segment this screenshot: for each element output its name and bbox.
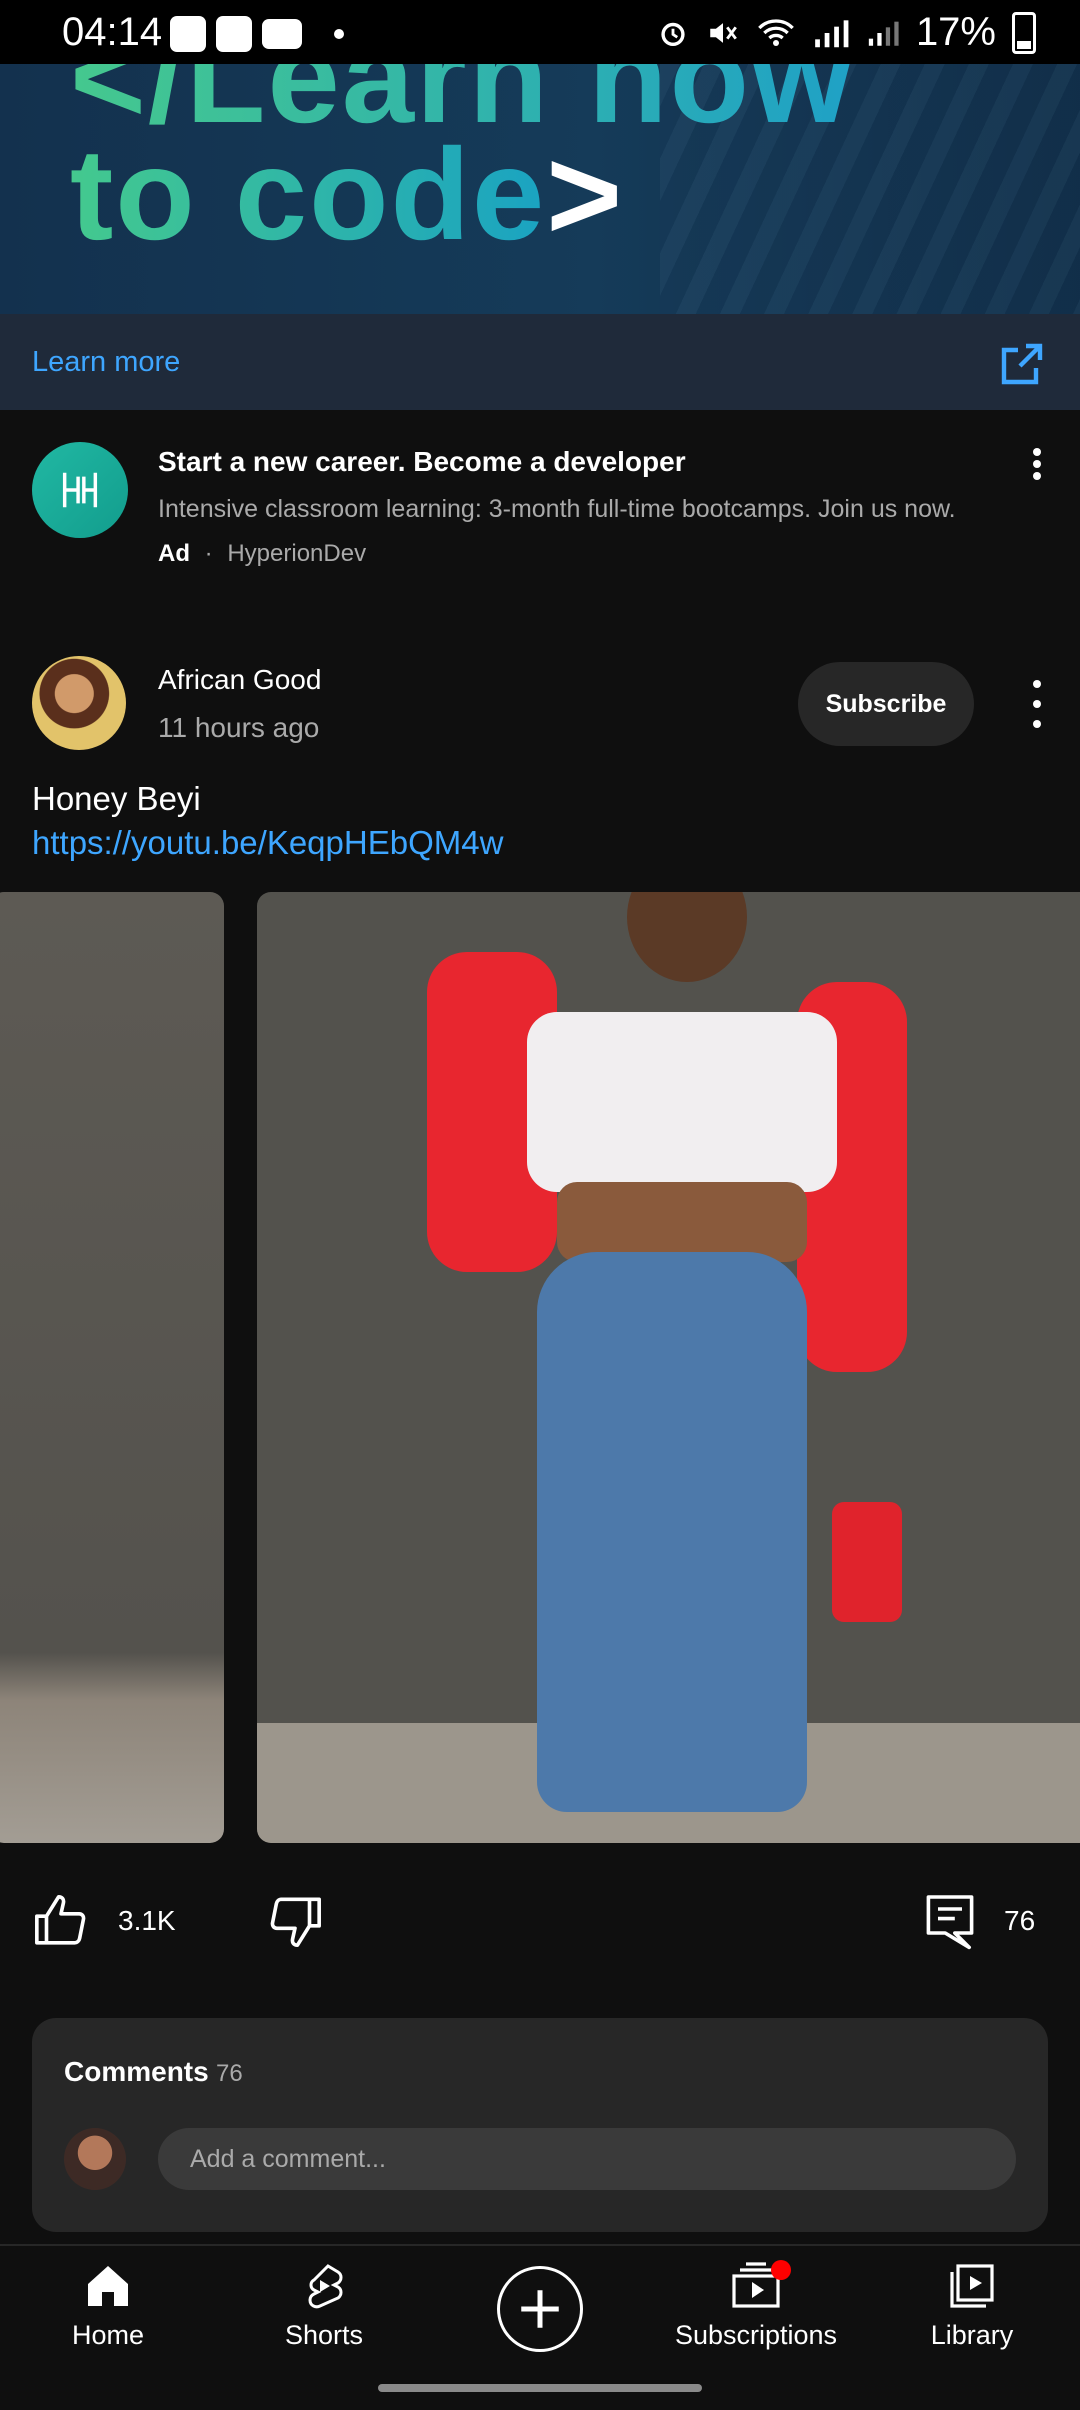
comment-count: 76 [1004,1905,1036,1936]
nav-library[interactable]: Library [872,2262,1072,2351]
user-avatar [64,2128,126,2190]
comments-card[interactable] [32,2018,1048,2232]
signal-icon [815,19,849,47]
like-button[interactable]: 3.1K [32,1892,176,1950]
post-title: Honey Beyi [32,780,201,817]
banner-headline-2: to code> [70,119,624,269]
nav-subscriptions[interactable]: Subscriptions [656,2262,856,2351]
alarm-icon [661,22,685,46]
signal-2-icon [868,21,899,46]
open-external-icon[interactable] [998,340,1046,388]
nav-library-label: Library [930,2320,1014,2350]
mute-icon [710,22,737,43]
wifi-icon [758,18,794,46]
database-icon [170,16,206,52]
status-right-icons: 17% [656,10,1036,55]
gesture-bar [378,2384,702,2392]
nav-home-label: Home [71,2320,145,2350]
learn-more-link[interactable]: Learn more [32,346,180,379]
dislike-button[interactable] [266,1892,324,1955]
banner-headline-2-bracket: > [546,121,625,267]
subscriptions-badge-dot [771,2260,791,2280]
comments-label: Comments [64,2056,209,2087]
post-time: 11 hours ago [158,712,320,743]
post-more-options-icon[interactable] [1030,680,1044,728]
ad-meta: Ad · HyperionDev [158,540,366,568]
nav-shorts[interactable]: Shorts [224,2262,424,2351]
subscribe-button[interactable]: Subscribe [798,662,974,746]
post-image-current[interactable] [257,892,1080,1843]
thumbs-down-icon [270,1897,321,1947]
notification-dot-icon [334,29,344,39]
add-comment-input[interactable] [158,2128,1016,2190]
banner-headline-2-text: to code [70,121,547,267]
post-link[interactable]: https://youtu.be/KeqpHEbQM4w [32,824,503,862]
ad-title[interactable]: Start a new career. Become a developer [158,446,686,478]
ad-separator: · [204,540,213,567]
comment-icon [926,1895,974,1950]
advertiser-logo[interactable] [32,442,128,538]
thumbs-up-icon [35,1895,86,1945]
channel-name[interactable]: African Good [158,664,321,696]
youtube-icon [262,19,302,49]
home-icon [88,2266,128,2306]
battery-icon [1012,11,1036,54]
status-time: 04:14 [62,10,163,54]
ad-more-options-icon[interactable] [1030,448,1044,480]
status-left-icons [170,12,344,56]
shorts-icon [308,2264,343,2309]
battery-percent: 17% [915,10,996,54]
comments-button[interactable]: 76 [926,1892,1035,1950]
like-count: 3.1K [118,1905,176,1936]
plus-icon [521,2290,559,2328]
nav-shorts-label: Shorts [284,2320,364,2350]
comments-count: 76 [216,2060,243,2087]
advertiser-name: HyperionDev [227,540,367,567]
tiktok-icon [216,16,252,52]
create-button[interactable] [497,2266,583,2352]
channel-avatar[interactable] [32,656,126,750]
hyperiondev-logo-icon [62,472,98,508]
library-icon [950,2264,994,2308]
nav-home[interactable]: Home [8,2262,208,2351]
ad-description: Intensive classroom learning: 3-month fu… [158,495,956,523]
post-image-previous[interactable] [0,892,224,1843]
ad-banner[interactable]: </Learn how to code> [0,64,1080,314]
nav-subscriptions-label: Subscriptions [674,2320,838,2350]
ad-badge: Ad [158,540,190,567]
